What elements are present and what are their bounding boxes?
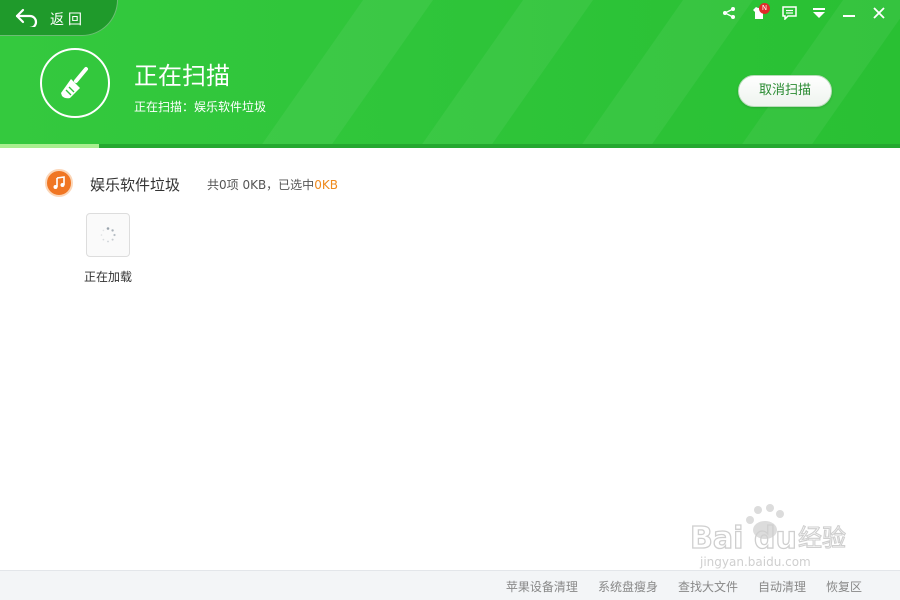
back-label: 返回 <box>50 12 86 28</box>
close-icon[interactable] <box>864 1 894 25</box>
footer-link-apple-cleanup[interactable]: 苹果设备清理 <box>506 578 578 595</box>
cancel-scan-button[interactable]: 取消扫描 <box>738 75 832 107</box>
footer-link-recovery[interactable]: 恢复区 <box>826 578 862 595</box>
footer-bar: 苹果设备清理 系统盘瘦身 查找大文件 自动清理 恢复区 <box>0 570 900 600</box>
svg-text:Bai: Bai <box>690 521 743 556</box>
page-title: 正在扫描 <box>134 62 230 90</box>
back-button[interactable]: 返回 <box>0 0 118 36</box>
loading-item <box>86 213 130 257</box>
broom-icon <box>40 48 110 118</box>
skin-icon[interactable]: N <box>744 1 774 25</box>
footer-link-system-disk-slim[interactable]: 系统盘瘦身 <box>598 578 658 595</box>
svg-text:du: du <box>754 521 797 556</box>
footer-links: 苹果设备清理 系统盘瘦身 查找大文件 自动清理 恢复区 <box>506 578 862 595</box>
back-arrow-icon <box>15 8 38 27</box>
baidu-jingyan-logo: Bai du 经验 jingyan.baidu.com <box>690 504 847 569</box>
category-name: 娱乐软件垃圾 <box>90 176 181 194</box>
category-summary-text: 共0项 0KB，已选中 <box>207 178 315 192</box>
svg-text:jingyan.baidu.com: jingyan.baidu.com <box>699 555 811 569</box>
music-note-icon <box>45 169 73 197</box>
share-icon[interactable] <box>714 1 744 25</box>
selected-size: 0KB <box>314 178 338 192</box>
scan-progress-fill <box>0 144 99 148</box>
new-badge: N <box>759 3 770 14</box>
loading-label: 正在加载 <box>84 270 133 284</box>
footer-link-auto-clean[interactable]: 自动清理 <box>758 578 806 595</box>
window-controls: N <box>714 0 900 26</box>
loading-spinner-icon <box>100 227 116 243</box>
header-decoration <box>208 0 462 147</box>
scan-header: 返回 N 正在扫描 正在扫描：娱乐软件垃圾 取消扫描 <box>0 0 900 147</box>
scan-progress-bar <box>0 144 900 148</box>
menu-icon[interactable] <box>804 1 834 25</box>
svg-text:经验: 经验 <box>798 524 846 552</box>
category-summary: 共0项 0KB，已选中0KB <box>207 176 338 193</box>
feedback-icon[interactable] <box>774 1 804 25</box>
minimize-icon[interactable] <box>834 1 864 25</box>
footer-link-find-large-files[interactable]: 查找大文件 <box>678 578 738 595</box>
scan-status-text: 正在扫描：娱乐软件垃圾 <box>134 100 267 114</box>
